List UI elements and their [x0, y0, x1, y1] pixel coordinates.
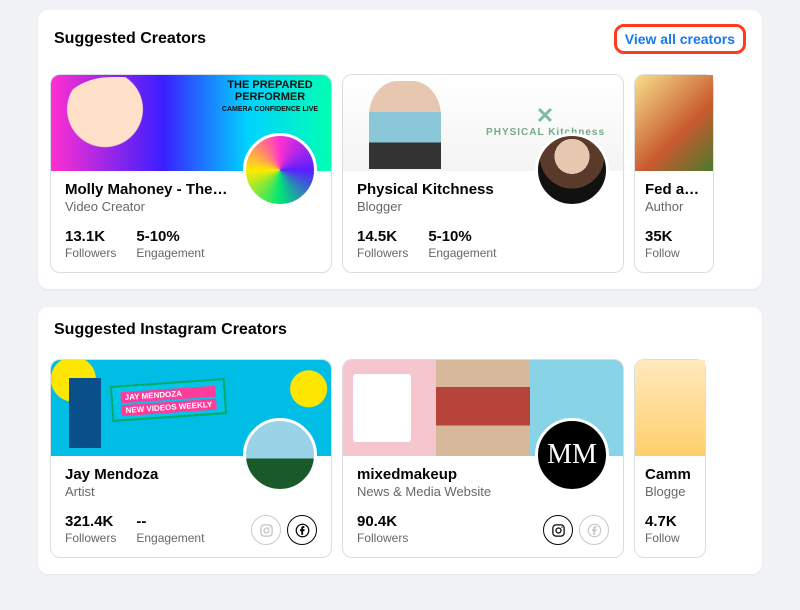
panel-header: Suggested Creators View all creators: [38, 10, 762, 74]
creator-name: Physical Kitchness: [357, 181, 537, 198]
banner-figure: [369, 81, 441, 169]
engagement-stat: 5-10% Engagement: [136, 228, 204, 260]
followers-label: Follow: [645, 246, 680, 260]
followers-label: Followers: [65, 531, 116, 545]
creator-stats: 35K Follow: [645, 228, 699, 260]
creator-banner: [635, 360, 705, 456]
creator-stats: 14.5K Followers 5-10% Engagement: [357, 228, 609, 260]
facebook-icon[interactable]: [287, 515, 317, 545]
followers-value: 14.5K: [357, 228, 408, 245]
followers-stat: 35K Follow: [645, 228, 680, 260]
followers-label: Followers: [357, 246, 408, 260]
creator-avatar: [535, 133, 609, 207]
creator-name: Camm: [645, 466, 691, 483]
suggested-ig-creators-panel: Suggested Instagram Creators JAY MENDOZA…: [38, 307, 762, 574]
banner-title: THE PREPARED PERFORMER: [227, 79, 312, 103]
creator-stats: 4.7K Follow: [645, 513, 691, 545]
engagement-label: Engagement: [136, 246, 204, 260]
followers-stat: 13.1K Followers: [65, 228, 116, 260]
panel-title: Suggested Instagram Creators: [54, 321, 287, 339]
creator-card[interactable]: MM mixedmakeup News & Media Website 90.4…: [342, 359, 624, 558]
avatar-text: MM: [547, 439, 597, 471]
creator-name: Molly Mahoney - The…: [65, 181, 245, 198]
creator-card[interactable]: Fed a… Author 35K Follow: [634, 74, 714, 273]
followers-stat: 4.7K Follow: [645, 513, 680, 545]
social-icons: [251, 515, 317, 545]
followers-stat: 90.4K Followers: [357, 513, 408, 545]
followers-stat: 321.4K Followers: [65, 513, 116, 545]
followers-label: Followers: [357, 531, 408, 545]
social-icons: [543, 515, 609, 545]
facebook-icon[interactable]: [579, 515, 609, 545]
followers-value: 13.1K: [65, 228, 116, 245]
creator-avatar: MM: [535, 418, 609, 492]
engagement-value: 5-10%: [136, 228, 204, 245]
banner-subtitle: CAMERA CONFIDENCE LIVE: [215, 106, 325, 114]
creator-avatar: [243, 418, 317, 492]
followers-value: 35K: [645, 228, 680, 245]
suggested-creators-panel: Suggested Creators View all creators THE…: [38, 10, 762, 289]
creator-name: mixedmakeup: [357, 466, 537, 483]
engagement-stat: 5-10% Engagement: [428, 228, 496, 260]
banner-headline: THE PREPARED PERFORMER CAMERA CONFIDENCE…: [215, 79, 325, 114]
banner-figure: [69, 378, 101, 448]
panel-title: Suggested Creators: [54, 30, 206, 48]
ig-creators-carousel[interactable]: JAY MENDOZA NEW VIDEOS WEEKLY Jay Mendoz…: [38, 359, 762, 558]
brand-logo: PHYSICAL Kitchness: [486, 105, 605, 138]
followers-value: 321.4K: [65, 513, 116, 530]
creator-name: Jay Mendoza: [65, 466, 245, 483]
creator-banner: [635, 75, 713, 171]
banner-pane: [343, 360, 436, 456]
engagement-stat: -- Engagement: [136, 513, 204, 545]
engagement-label: Engagement: [428, 246, 496, 260]
panel-header: Suggested Instagram Creators: [38, 307, 762, 359]
creator-stats: 13.1K Followers 5-10% Engagement: [65, 228, 317, 260]
followers-value: 90.4K: [357, 513, 408, 530]
instagram-icon[interactable]: [251, 515, 281, 545]
engagement-value: 5-10%: [428, 228, 496, 245]
instagram-icon[interactable]: [543, 515, 573, 545]
creator-avatar: [243, 133, 317, 207]
engagement-value: --: [136, 513, 204, 530]
banner-pane: [436, 360, 529, 456]
creator-stats: 90.4K Followers: [357, 513, 609, 545]
creator-card[interactable]: Camm Blogge 4.7K Follow: [634, 359, 706, 558]
card-body: Camm Blogge 4.7K Follow: [635, 456, 705, 557]
creator-role: Blogge: [645, 484, 691, 499]
followers-value: 4.7K: [645, 513, 680, 530]
card-body: Fed a… Author 35K Follow: [635, 171, 713, 272]
view-all-creators-link[interactable]: View all creators: [614, 24, 746, 54]
creator-stats: 321.4K Followers -- Engagement: [65, 513, 317, 545]
creator-role: Author: [645, 199, 699, 214]
followers-label: Follow: [645, 531, 680, 545]
creator-name: Fed a…: [645, 181, 699, 198]
creators-carousel[interactable]: THE PREPARED PERFORMER CAMERA CONFIDENCE…: [38, 74, 762, 273]
creator-card[interactable]: JAY MENDOZA NEW VIDEOS WEEKLY Jay Mendoz…: [50, 359, 332, 558]
followers-label: Followers: [65, 246, 116, 260]
followers-stat: 14.5K Followers: [357, 228, 408, 260]
creator-card[interactable]: THE PREPARED PERFORMER CAMERA CONFIDENCE…: [50, 74, 332, 273]
banner-headline: JAY MENDOZA NEW VIDEOS WEEKLY: [110, 378, 227, 422]
creator-card[interactable]: PHYSICAL Kitchness Physical Kitchness Bl…: [342, 74, 624, 273]
engagement-label: Engagement: [136, 531, 204, 545]
